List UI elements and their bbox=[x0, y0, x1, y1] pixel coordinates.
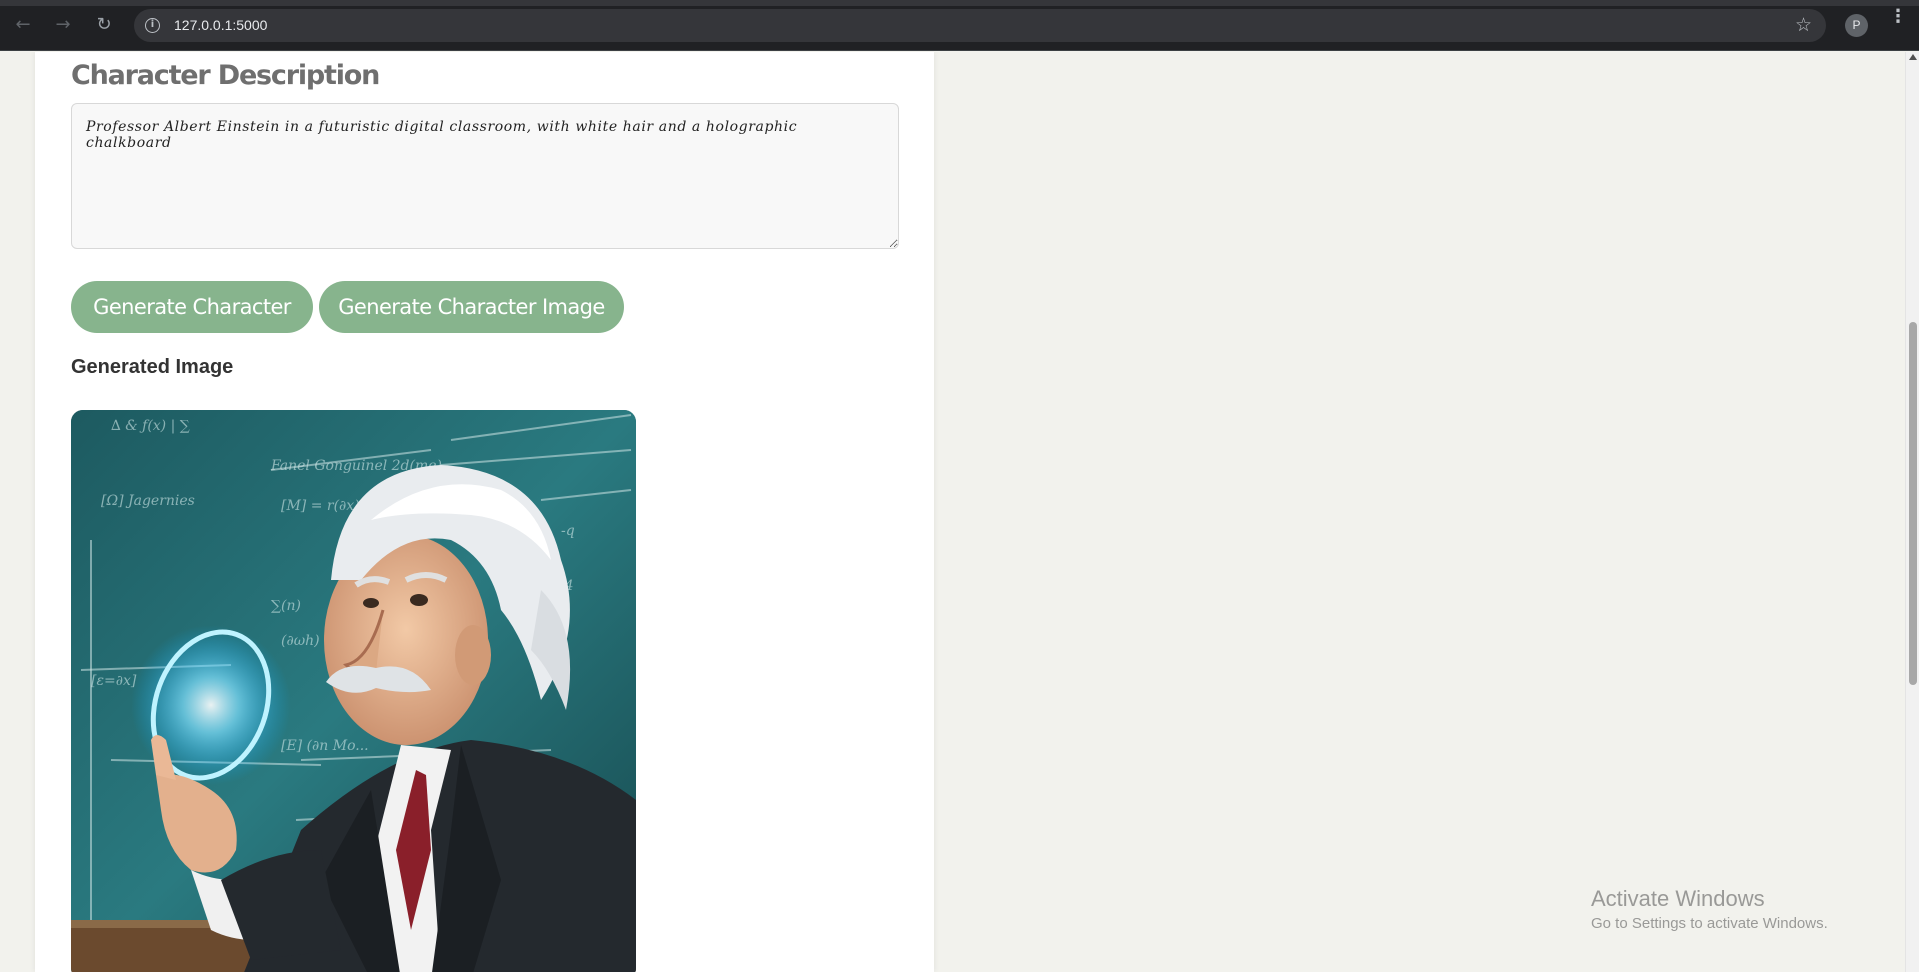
svg-text:-q: -q bbox=[561, 523, 575, 539]
kebab-menu-icon[interactable]: ⋮ bbox=[1889, 8, 1907, 37]
scroll-up-arrow-icon[interactable] bbox=[1909, 54, 1917, 60]
generate-character-button[interactable]: Generate Character bbox=[71, 281, 313, 333]
back-icon[interactable]: ← bbox=[13, 15, 33, 35]
main-card: Character Description Professor Albert E… bbox=[35, 52, 934, 972]
page-scrollbar[interactable] bbox=[1905, 52, 1919, 972]
profile-avatar[interactable]: P bbox=[1845, 14, 1868, 37]
svg-text:[ε=∂x]: [ε=∂x] bbox=[91, 673, 137, 689]
generate-character-image-button[interactable]: Generate Character Image bbox=[319, 281, 624, 333]
browser-toolbar: ← → ↻ i 127.0.0.1:5000 ☆ P ⋮ bbox=[0, 0, 1919, 51]
generated-image: ∆ & ƒ(x) | ∑ Fanel Gonguinel 2d(me) [M] … bbox=[71, 410, 636, 972]
tab-strip bbox=[0, 0, 1919, 6]
svg-text:[M] = r(∂x): [M] = r(∂x) bbox=[281, 498, 360, 514]
scrollbar-thumb[interactable] bbox=[1909, 322, 1917, 685]
site-info-icon[interactable]: i bbox=[145, 18, 160, 33]
generated-image-heading: Generated Image bbox=[71, 356, 234, 378]
svg-text:∑(n): ∑(n) bbox=[271, 598, 301, 614]
url-text[interactable]: 127.0.0.1:5000 bbox=[174, 17, 267, 34]
address-bar[interactable]: i 127.0.0.1:5000 ☆ bbox=[134, 9, 1826, 42]
svg-text:∆ & ƒ(x) | ∑: ∆ & ƒ(x) | ∑ bbox=[111, 418, 190, 434]
svg-text:[Ω] Jagernies: [Ω] Jagernies bbox=[101, 493, 195, 509]
section-title: Character Description bbox=[71, 60, 380, 91]
generated-image-illustration: ∆ & ƒ(x) | ∑ Fanel Gonguinel 2d(me) [M] … bbox=[71, 410, 636, 972]
windows-activation-watermark: Activate Windows Go to Settings to activ… bbox=[1591, 885, 1828, 935]
bookmark-star-icon[interactable]: ☆ bbox=[1795, 14, 1812, 36]
character-description-input[interactable]: Professor Albert Einstein in a futuristi… bbox=[71, 103, 899, 249]
svg-text:[E] (∂n Mo...: [E] (∂n Mo... bbox=[281, 738, 369, 754]
reload-icon[interactable]: ↻ bbox=[94, 15, 114, 35]
watermark-subtitle: Go to Settings to activate Windows. bbox=[1591, 915, 1828, 932]
page-viewport: Character Description Professor Albert E… bbox=[0, 52, 1905, 972]
watermark-title: Activate Windows bbox=[1591, 886, 1765, 911]
forward-icon[interactable]: → bbox=[53, 15, 73, 35]
